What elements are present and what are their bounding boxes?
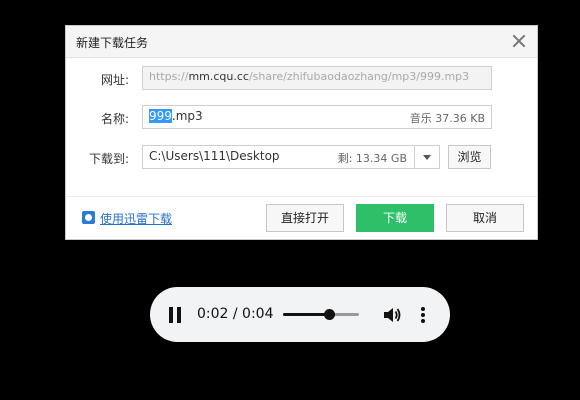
free-space: 剩: 13.34 GB	[337, 152, 407, 165]
xunlei-icon	[82, 211, 95, 224]
name-field[interactable]: 999.mp3 音乐 37.36 KB	[142, 105, 492, 129]
close-icon[interactable]	[511, 33, 527, 49]
url-host: mm.cqu.cc	[188, 70, 249, 83]
playback-time: 0:02 / 0:04	[197, 306, 274, 322]
volume-icon[interactable]	[382, 305, 402, 325]
download-button[interactable]: 下载	[356, 204, 434, 232]
audio-player: 0:02 / 0:04	[150, 287, 450, 342]
name-extension: .mp3	[171, 109, 203, 123]
path-label: 下载到:	[88, 152, 129, 166]
path-field[interactable]: C:\Users\111\Desktop 剩: 13.34 GB	[142, 145, 440, 169]
dialog-titlebar: 新建下载任务	[66, 26, 537, 58]
cancel-button[interactable]: 取消	[446, 204, 524, 232]
file-type-size: 音乐 37.36 KB	[409, 112, 485, 125]
chevron-down-icon[interactable]	[414, 146, 439, 168]
pause-icon[interactable]	[168, 307, 182, 323]
url-field[interactable]: https://mm.cqu.cc/share/zhifubaodaozhang…	[142, 66, 492, 90]
path-value: C:\Users\111\Desktop	[149, 149, 280, 163]
url-path: /share/zhifubaodaozhang/mp3/999.mp3	[248, 70, 470, 83]
xunlei-link-text: 使用迅雷下载	[100, 212, 173, 226]
dialog-title: 新建下载任务	[76, 36, 149, 50]
more-options-icon[interactable]	[420, 305, 426, 325]
new-download-dialog: 新建下载任务 网址: https://mm.cqu.cc/share/zhifu…	[65, 25, 538, 240]
open-directly-button[interactable]: 直接打开	[266, 204, 344, 232]
name-label: 名称:	[100, 112, 129, 126]
name-selected-text: 999	[149, 109, 172, 123]
seek-progress	[283, 313, 329, 316]
xunlei-download-link[interactable]: 使用迅雷下载	[82, 210, 172, 227]
browse-button[interactable]: 浏览	[448, 145, 491, 169]
url-prefix: https://	[149, 70, 189, 83]
footer-divider	[66, 196, 537, 197]
seek-handle[interactable]	[323, 309, 335, 320]
seek-slider[interactable]	[283, 309, 359, 320]
url-label: 网址:	[100, 73, 129, 87]
